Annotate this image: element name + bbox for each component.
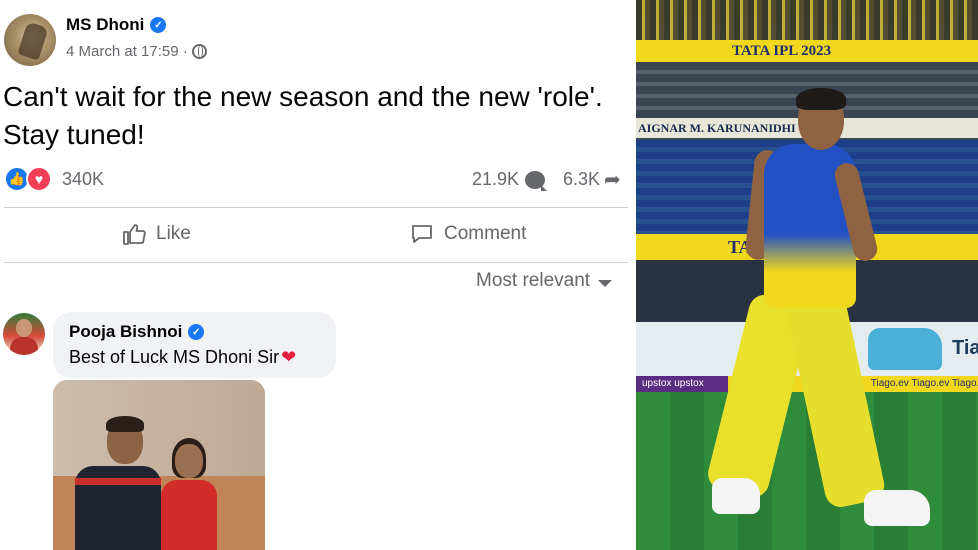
divider-bottom [4, 262, 628, 263]
comments-count: 21.9K [472, 169, 520, 189]
author-avatar[interactable] [4, 14, 56, 66]
comment-text-row: Best of Luck MS Dhoni Sir ❤ [69, 347, 296, 368]
caret-down-icon [598, 279, 613, 287]
comments-count-wrap[interactable]: 21.9K [472, 169, 548, 191]
comment-bubble: Pooja Bishnoi ✓ Best of Luck MS Dhoni Si… [53, 312, 336, 378]
player-shoe-left [712, 478, 760, 514]
like-button-label: Like [156, 223, 191, 244]
commenter-name[interactable]: Pooja Bishnoi [69, 322, 182, 342]
upstox-ad: upstox upstox [636, 376, 728, 392]
comment-bubble-icon [525, 170, 548, 191]
verified-badge-icon: ✓ [150, 17, 167, 33]
verified-badge-icon: ✓ [188, 324, 205, 340]
upper-stand [636, 0, 978, 42]
love-reaction-icon: ♥ [26, 166, 52, 192]
post-meta: 4 March at 17:59 · [66, 43, 207, 60]
thumbs-up-icon [122, 223, 146, 245]
globe-icon [191, 44, 207, 59]
comment-icon [410, 223, 434, 245]
commenter-name-row: Pooja Bishnoi ✓ [69, 322, 205, 342]
sort-label: Most relevant [476, 270, 591, 291]
reactions-row: 👍 ♥ 340K 21.9K 6.3K ➦ [4, 164, 628, 194]
pitch-grass [636, 392, 978, 550]
shares-count-wrap[interactable]: 6.3K ➦ [563, 169, 621, 190]
ad-brand-text: Tia [952, 337, 978, 359]
comment-button-label: Comment [444, 223, 527, 244]
author-name-row: MS Dhoni ✓ [66, 15, 167, 35]
player-hair [796, 88, 846, 110]
reaction-icons[interactable]: 👍 ♥ [4, 166, 54, 192]
like-button[interactable]: Like [112, 214, 201, 254]
shares-count: 6.3K [563, 169, 601, 189]
ipl-banner: TATA IPL 2023 [636, 40, 978, 62]
commenter-avatar[interactable] [3, 313, 45, 355]
comment-sort-dropdown[interactable]: Most relevant [476, 270, 613, 292]
car-ad-graphic [868, 328, 942, 370]
comment-photo[interactable] [53, 380, 265, 550]
post-timestamp[interactable]: 4 March at 17:59 · [66, 43, 188, 60]
share-arrow-icon: ➦ [604, 168, 621, 191]
facebook-post: MS Dhoni ✓ 4 March at 17:59 · Can't wait… [0, 0, 634, 550]
stadium-photo: TATA IPL 2023 AIGNAR M. KARUNANIDHI TATA… [636, 0, 978, 550]
comment-text: Best of Luck MS Dhoni Sir [69, 347, 280, 367]
comment-button[interactable]: Comment [400, 214, 536, 254]
reactions-count[interactable]: 340K [62, 169, 104, 190]
divider-top [4, 207, 628, 208]
player-shoe-right [864, 490, 930, 526]
heart-emoji-icon: ❤ [281, 347, 297, 367]
author-name[interactable]: MS Dhoni [66, 15, 144, 35]
post-text: Can't wait for the new season and the ne… [3, 81, 603, 150]
